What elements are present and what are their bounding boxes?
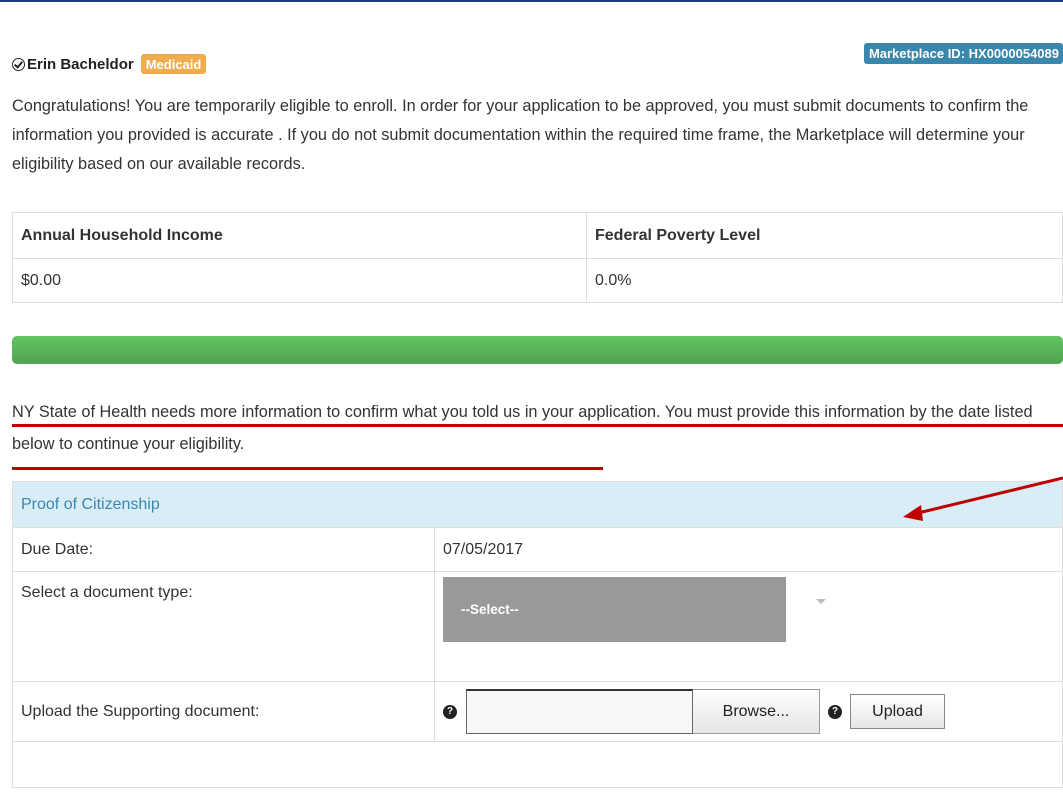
document-type-select-cell: --Select-- [434, 571, 1063, 682]
panel-title: Proof of Citizenship [12, 481, 1063, 528]
fpl-header: Federal Poverty Level [586, 212, 1063, 259]
income-table: Annual Household Income Federal Poverty … [12, 212, 1063, 303]
document-type-label: Select a document type: [21, 584, 193, 601]
help-icon[interactable]: ? [828, 704, 842, 719]
empty-row [12, 741, 1063, 788]
due-date-value: 07/05/2017 [434, 527, 1063, 572]
fpl-value: 0.0% [586, 258, 1063, 303]
upload-controls: ? Browse... ? Upload [443, 689, 1054, 734]
upload-controls-cell: ? Browse... ? Upload [434, 681, 1063, 742]
due-date-label: Due Date: [12, 527, 435, 572]
document-type-selected: --Select-- [461, 602, 519, 617]
eligibility-message: Congratulations! You are temporarily eli… [12, 97, 1029, 173]
upload-label: Upload the Supporting document: [12, 681, 435, 742]
annotation-underline [12, 424, 1063, 427]
income-table-row: $0.00 0.0% [12, 258, 1063, 303]
upload-row: Upload the Supporting document: ? Browse… [12, 681, 1063, 742]
file-path-input[interactable] [466, 689, 693, 734]
income-table-header-row: Annual Household Income Federal Poverty … [12, 212, 1063, 259]
progress-bar [12, 336, 1063, 364]
program-badge: Medicaid [140, 54, 207, 74]
applicant-info: Erin Bacheldor Medicaid [12, 54, 207, 74]
document-type-select-wrap: --Select-- [443, 572, 1054, 642]
document-type-cell: Select a document type: [12, 571, 435, 682]
document-type-row: Select a document type: --Select-- [12, 571, 1063, 682]
upload-button[interactable]: Upload [850, 694, 945, 729]
income-header: Annual Household Income [12, 212, 587, 259]
marketplace-id-badge: Marketplace ID: HX0000054089 [863, 43, 1063, 64]
help-icon[interactable]: ? [443, 704, 457, 719]
information-notice: NY State of Health needs more informatio… [12, 403, 1033, 453]
chevron-down-icon[interactable] [816, 599, 826, 604]
applicant-header: Erin Bacheldor Medicaid Marketplace ID: … [12, 43, 1063, 76]
document-panel: Proof of Citizenship Due Date: 07/05/201… [12, 481, 1063, 788]
applicant-name: Erin Bacheldor [27, 55, 134, 73]
due-date-row: Due Date: 07/05/2017 [12, 527, 1063, 572]
check-circle-icon [12, 57, 25, 71]
browse-button[interactable]: Browse... [693, 689, 820, 734]
empty-cell [12, 741, 1063, 788]
annotation-underline [12, 467, 603, 470]
top-rule [0, 0, 1063, 2]
document-type-select[interactable]: --Select-- [443, 577, 786, 642]
income-value: $0.00 [12, 258, 587, 303]
